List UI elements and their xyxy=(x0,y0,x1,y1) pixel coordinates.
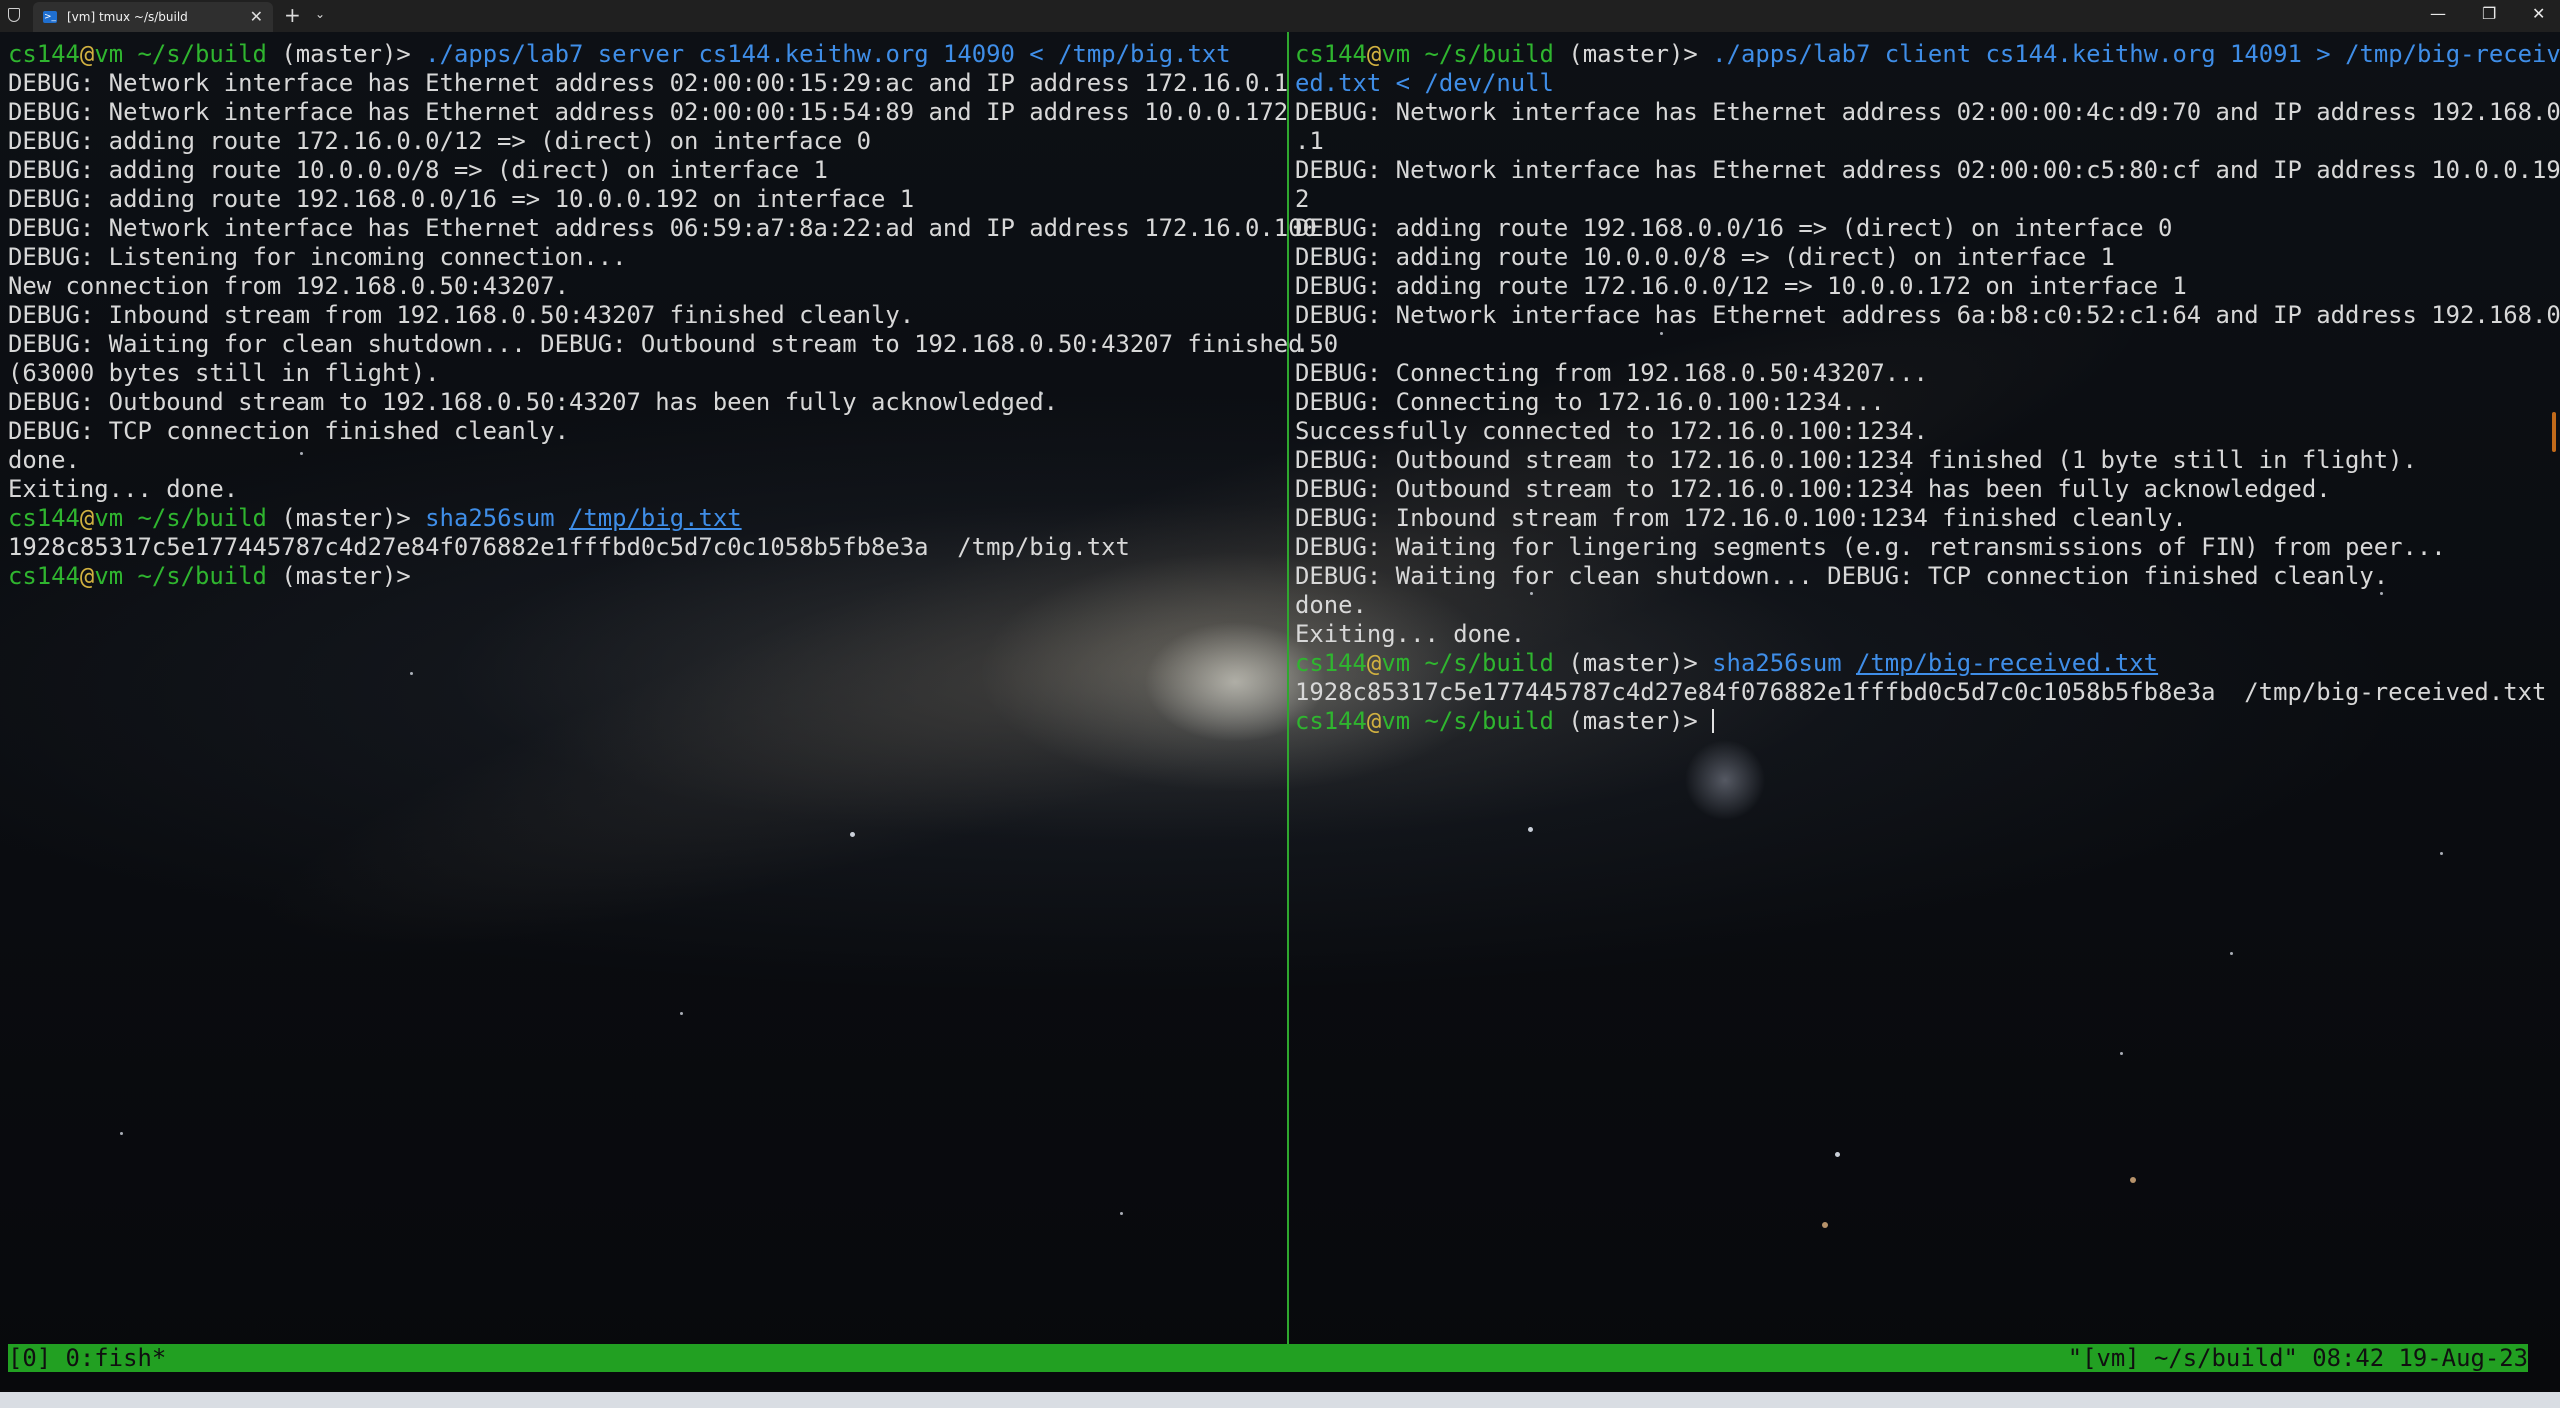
command-redirect: < /tmp/big.txt xyxy=(1029,40,1231,68)
terminal-line: New connection from 192.168.0.50:43207. xyxy=(8,272,569,300)
terminal-line: done. xyxy=(1295,591,1367,619)
terminal-line: DEBUG: adding route 10.0.0.0/8 => (direc… xyxy=(8,156,828,184)
terminal-line: DEBUG: Outbound stream to 172.16.0.100:1… xyxy=(1295,475,2331,503)
terminal-line: Exiting... done. xyxy=(8,475,239,503)
shield-icon xyxy=(8,8,20,22)
terminal-line: DEBUG: Network interface has Ethernet ad… xyxy=(1295,156,2560,184)
star xyxy=(850,832,855,837)
terminal-line: DEBUG: adding route 192.168.0.0/16 => 10… xyxy=(8,185,915,213)
terminal-line: DEBUG: Listening for incoming connection… xyxy=(8,243,627,271)
terminal-line: DEBUG: Network interface has Ethernet ad… xyxy=(8,98,1289,126)
tab-title: [vm] tmux ~/s/build xyxy=(67,10,188,24)
terminal-line: DEBUG: TCP connection finished cleanly. xyxy=(8,417,569,445)
tmux-status-right: "[vm] ~/s/build" 08:42 19-Aug-23 xyxy=(2067,1344,2528,1372)
hash-output: 1928c85317c5e177445787c4d27e84f076882e1f… xyxy=(8,533,1130,561)
command-program: sha256sum xyxy=(1712,649,1842,677)
terminal-line: Exiting... done. xyxy=(1295,620,1526,648)
star xyxy=(120,1132,123,1135)
tmux-status-bar: [0] 0:fish* "[vm] ~/s/build" 08:42 19-Au… xyxy=(8,1344,2528,1372)
taskbar xyxy=(0,1392,2560,1408)
terminal-line: 2 xyxy=(1295,185,1310,213)
tmux-pane-right[interactable]: cs144@vm ~/s/build (master)> ./apps/lab7… xyxy=(1295,40,2560,736)
star xyxy=(1528,827,1533,832)
tmux-pane-left[interactable]: cs144@vm ~/s/build (master)> ./apps/lab7… xyxy=(8,40,1317,591)
title-bar: >_ [vm] tmux ~/s/build ✕ + ⌄ — ❐ ✕ xyxy=(0,0,2560,32)
terminal-line: DEBUG: Waiting for clean shutdown... DEB… xyxy=(1295,562,2389,590)
star xyxy=(2440,852,2443,855)
star xyxy=(2120,1052,2123,1055)
terminal-line: DEBUG: Connecting to 172.16.0.100:1234..… xyxy=(1295,388,1885,416)
prompt: cs144@vm ~/s/build (master)> xyxy=(8,504,411,532)
prompt: cs144@vm ~/s/build (master)> xyxy=(1295,40,1698,68)
star xyxy=(1120,1212,1123,1215)
terminal-line: DEBUG: Waiting for lingering segments (e… xyxy=(1295,533,2446,561)
terminal-line: DEBUG: Inbound stream from 172.16.0.100:… xyxy=(1295,504,2187,532)
terminal-line: DEBUG: Network interface has Ethernet ad… xyxy=(1295,301,2560,329)
star xyxy=(2130,1177,2136,1183)
terminal-line: .1 xyxy=(1295,127,1324,155)
window-close-button[interactable]: ✕ xyxy=(2532,4,2545,23)
prompt: cs144@vm ~/s/build (master)> xyxy=(1295,649,1698,677)
terminal-line: DEBUG: adding route 172.16.0.0/12 => 10.… xyxy=(1295,272,2187,300)
star xyxy=(1822,1222,1828,1228)
command-wrap: ed.txt < /dev/null xyxy=(1295,69,1554,97)
terminal-line: DEBUG: Waiting for clean shutdown... DEB… xyxy=(8,330,1303,358)
maximize-button[interactable]: ❐ xyxy=(2482,4,2496,23)
star xyxy=(680,1012,683,1015)
tmux-window-list[interactable]: [0] 0:fish* xyxy=(8,1344,166,1372)
command-args: client cs144.keithw.org 14091 xyxy=(1884,40,2302,68)
terminal-line: DEBUG: Network interface has Ethernet ad… xyxy=(8,214,1317,242)
star xyxy=(1835,1152,1840,1157)
new-tab-button[interactable]: + xyxy=(284,3,301,27)
command-redirect: > /tmp/big-receiv xyxy=(2316,40,2560,68)
terminal-line: DEBUG: Outbound stream to 192.168.0.50:4… xyxy=(8,388,1058,416)
command-program: ./apps/lab7 xyxy=(425,40,584,68)
prompt: cs144@vm ~/s/build (master)> xyxy=(8,562,411,590)
prompt: cs144@vm ~/s/build (master)> xyxy=(8,40,411,68)
minimize-button[interactable]: — xyxy=(2430,4,2446,23)
star xyxy=(2230,952,2233,955)
terminal-line: DEBUG: Outbound stream to 172.16.0.100:1… xyxy=(1295,446,2417,474)
terminal-line: DEBUG: Network interface has Ethernet ad… xyxy=(1295,98,2560,126)
terminal-line: (63000 bytes still in flight). xyxy=(8,359,440,387)
command-program: sha256sum xyxy=(425,504,555,532)
terminal-line: DEBUG: adding route 192.168.0.0/16 => (d… xyxy=(1295,214,2173,242)
chevron-down-icon[interactable]: ⌄ xyxy=(315,7,325,21)
prompt: cs144@vm ~/s/build (master)> xyxy=(1295,707,1698,735)
star xyxy=(410,672,413,675)
file-path-link[interactable]: /tmp/big.txt xyxy=(569,504,742,532)
hash-output: 1928c85317c5e177445787c4d27e84f076882e1f… xyxy=(1295,678,2547,706)
terminal-line: DEBUG: Network interface has Ethernet ad… xyxy=(8,69,1289,97)
command-program: ./apps/lab7 xyxy=(1712,40,1871,68)
terminal-line: DEBUG: adding route 172.16.0.0/12 => (di… xyxy=(8,127,872,155)
text-cursor[interactable] xyxy=(1712,709,1715,733)
terminal-line: DEBUG: Inbound stream from 192.168.0.50:… xyxy=(8,301,915,329)
pane-divider[interactable] xyxy=(1287,32,1289,1344)
scrollbar-marker[interactable] xyxy=(2552,412,2556,452)
terminal-line: .50 xyxy=(1295,330,1339,358)
terminal-line: Successfully connected to 172.16.0.100:1… xyxy=(1295,417,1928,445)
file-path-link[interactable]: /tmp/big-received.txt xyxy=(1856,649,2158,677)
terminal-line: done. xyxy=(8,446,80,474)
terminal-icon: >_ xyxy=(43,11,57,23)
terminal-tab[interactable]: >_ [vm] tmux ~/s/build ✕ xyxy=(33,2,273,32)
command-args: server cs144.keithw.org 14090 xyxy=(597,40,1015,68)
terminal-line: DEBUG: adding route 10.0.0.0/8 => (direc… xyxy=(1295,243,2115,271)
terminal-line: DEBUG: Connecting from 192.168.0.50:4320… xyxy=(1295,359,1928,387)
tab-close-icon[interactable]: ✕ xyxy=(250,7,263,26)
